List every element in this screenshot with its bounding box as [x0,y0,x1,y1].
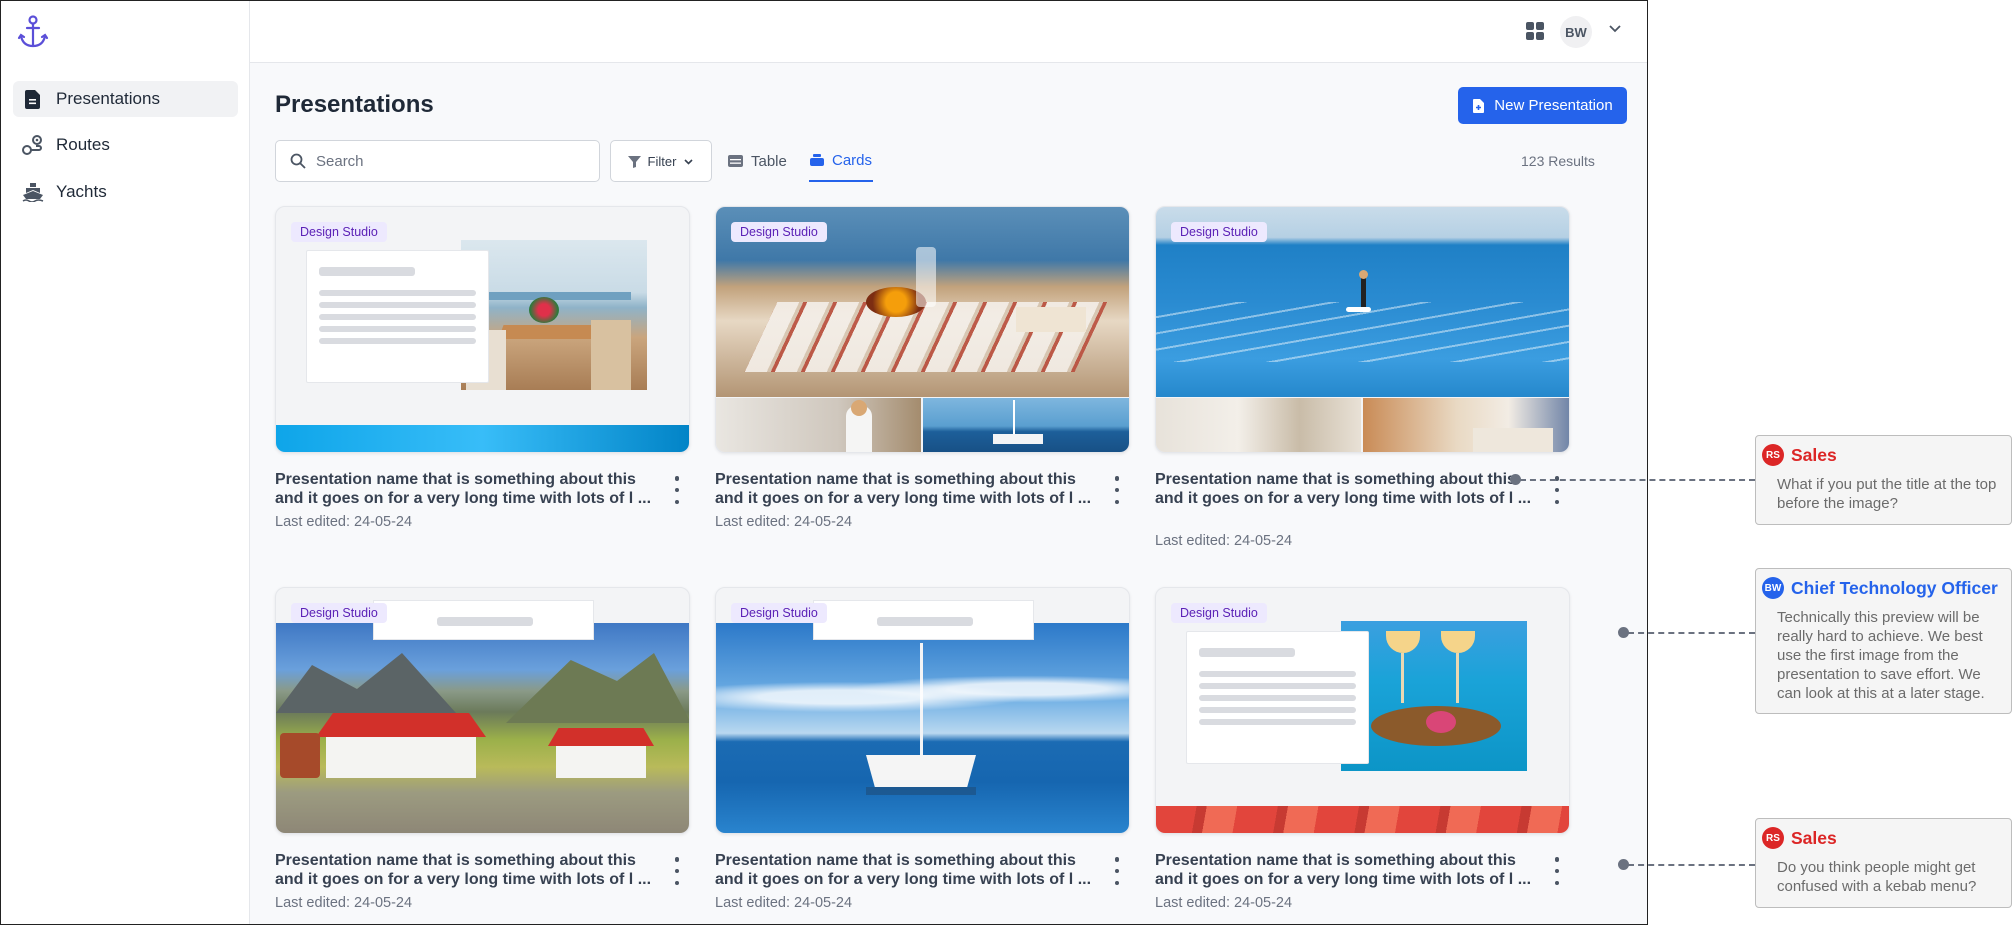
route-icon [22,134,44,156]
annotation-author: Sales [1791,827,1837,848]
card-preview[interactable]: Design Studio [275,206,690,453]
yacht-photo [923,398,1129,452]
card-title[interactable]: Presentation name that is something abou… [715,851,1095,889]
card-last-edited: Last edited: 24-05-24 [275,895,413,911]
annotation-text: Technically this preview will be really … [1777,609,1985,702]
card-title[interactable]: Presentation name that is something abou… [1155,851,1535,889]
annotation-avatar: RS [1762,827,1784,849]
lounge-photo [1363,398,1569,452]
main-content: Presentations New Presentation Filter Ta… [250,63,1647,924]
card-preview[interactable]: Design Studio [275,587,690,834]
annotation-comment: BW Chief Technology Officer Technically … [1755,568,2012,714]
annotation-connector [1520,479,1755,481]
crew-photo [716,398,921,452]
tab-label: Table [751,152,787,170]
document-icon [22,88,44,110]
new-presentation-label: New Presentation [1494,97,1613,114]
card-last-edited: Last edited: 24-05-24 [715,895,853,911]
annotation-avatar: BW [1762,577,1784,599]
sidebar-item-yachts[interactable]: Yachts [13,174,238,210]
status-badge: Design Studio [291,222,387,242]
app-window: Presentations Routes Yachts BW Presentat… [0,0,1648,925]
filter-button[interactable]: Filter [610,140,712,182]
annotation-text: What if you put the title at the top bef… [1777,476,1997,512]
annotation-comment: RS Sales What if you put the title at th… [1755,435,2012,525]
kebab-menu-icon[interactable] [672,476,682,504]
annotation-author: Sales [1791,444,1837,465]
annotation-connector [1628,632,1755,634]
chevron-down-icon[interactable] [1607,21,1623,37]
annotation-comment: RS Sales Do you think people might get c… [1755,818,2012,908]
annotation-author: Chief Technology Officer [1791,577,1998,598]
sidebar-item-presentations[interactable]: Presentations [13,81,238,117]
kebab-menu-icon[interactable] [1552,857,1562,885]
new-presentation-button[interactable]: New Presentation [1458,87,1627,124]
card-last-edited: Last edited: 24-05-24 [275,514,413,530]
filter-icon [627,155,641,168]
card-preview[interactable]: Design Studio [1155,587,1570,834]
slide-title-card [813,600,1034,640]
results-count: 123 Results [1521,153,1595,169]
village-photo [276,623,689,833]
tab-cards[interactable]: Cards [809,140,874,182]
tab-label: Cards [832,151,873,169]
kebab-menu-icon[interactable] [1112,476,1122,504]
top-bar: BW [250,1,1647,63]
card-title[interactable]: Presentation name that is something abou… [275,851,655,889]
card-title[interactable]: Presentation name that is something abou… [275,470,655,508]
page-title: Presentations [275,91,434,118]
annotation-connector [1628,864,1755,866]
chevron-down-icon [684,158,694,165]
card-title[interactable]: Presentation name that is something abou… [715,470,1095,508]
sidebar-item-label: Yachts [56,182,107,201]
card-preview[interactable]: Design Studio [1155,206,1570,453]
card-last-edited: Last edited: 24-05-24 [1155,895,1293,911]
card-last-edited: Last edited: 24-05-24 [715,514,853,530]
new-document-icon [1473,98,1485,113]
kebab-menu-icon[interactable] [672,857,682,885]
cabin-photo [1156,398,1361,452]
slide-title-card [373,600,594,640]
status-badge: Design Studio [731,603,827,623]
card-preview[interactable]: Design Studio [715,587,1130,834]
search-box[interactable] [275,140,600,182]
status-badge: Design Studio [731,222,827,242]
status-badge: Design Studio [291,603,387,623]
catamaran-photo [716,623,1129,833]
filter-label: Filter [647,153,677,169]
ship-icon [22,181,44,203]
card-last-edited: Last edited: 24-05-24 [1155,533,1293,549]
annotation-avatar: RS [1762,444,1784,466]
slide-text-card [1186,631,1369,764]
watermelon-strip [1156,806,1569,833]
sea-strip [276,425,689,452]
slide-text-card [306,250,489,383]
kebab-menu-icon[interactable] [1112,857,1122,885]
tab-table[interactable]: Table [728,140,787,182]
table-icon [728,155,743,167]
annotation-text: Do you think people might get confused w… [1777,859,1977,895]
sidebar-item-routes[interactable]: Routes [13,127,238,163]
card-title[interactable]: Presentation name that is something abou… [1155,470,1535,508]
cards-icon [810,154,824,166]
anchor-logo-icon[interactable] [17,14,49,50]
search-input[interactable] [316,152,576,170]
avatar[interactable]: BW [1560,16,1592,48]
card-preview[interactable]: Design Studio [715,206,1130,453]
status-badge: Design Studio [1171,222,1267,242]
apps-grid-icon[interactable] [1526,22,1544,40]
sidebar-item-label: Presentations [56,89,160,108]
sidebar-item-label: Routes [56,135,110,154]
sidebar: Presentations Routes Yachts [1,1,250,924]
search-icon [290,153,306,169]
status-badge: Design Studio [1171,603,1267,623]
